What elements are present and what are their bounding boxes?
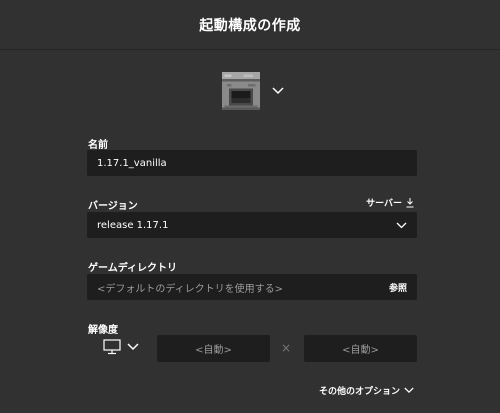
more-options-toggle[interactable]: その他のオプション [319, 384, 414, 397]
name-field[interactable]: 1.17.1_vanilla [87, 150, 417, 176]
resolution-height-placeholder: <自動> [342, 345, 379, 356]
dialog-title: 起動構成の作成 [199, 17, 301, 34]
more-options-label: その他のオプション [318, 387, 400, 397]
profile-icon-picker[interactable] [222, 70, 284, 112]
create-installation-dialog: 起動構成の作成 名前 1.17.1_vanilla バージョン サーバー rel… [0, 0, 500, 413]
chevron-down-icon [127, 343, 139, 351]
browse-button[interactable]: 参照 [389, 281, 407, 294]
furnace-icon [222, 72, 260, 110]
chevron-down-icon [404, 387, 414, 394]
name-label: 名前 [88, 140, 108, 151]
game-directory-placeholder: <デフォルトのディレクトリを使用する> [97, 283, 284, 295]
server-link-label: サーバー [366, 199, 402, 209]
resolution-row: <自動> × <自動> [87, 335, 417, 362]
chevron-down-icon [396, 222, 407, 228]
server-download-link[interactable]: サーバー [366, 196, 414, 209]
download-icon [406, 197, 414, 207]
monitor-icon [103, 339, 121, 355]
resolution-width-placeholder: <自動> [195, 345, 232, 356]
game-directory-field[interactable]: <デフォルトのディレクトリを使用する> 参照 [87, 274, 417, 300]
name-field-value: 1.17.1_vanilla [97, 157, 167, 169]
version-select[interactable]: release 1.17.1 [87, 212, 417, 238]
version-label: バージョン [88, 201, 138, 212]
game-directory-label: ゲームディレクトリ [88, 263, 177, 274]
dialog-header: 起動構成の作成 [0, 0, 500, 50]
resolution-height-input[interactable]: <自動> [304, 335, 417, 362]
resolution-width-input[interactable]: <自動> [157, 335, 270, 362]
chevron-down-icon [272, 87, 284, 95]
resolution-label: 解像度 [88, 325, 118, 336]
resolution-separator: × [281, 341, 292, 355]
version-select-value: release 1.17.1 [97, 219, 169, 231]
display-dropdown[interactable] [103, 339, 139, 355]
